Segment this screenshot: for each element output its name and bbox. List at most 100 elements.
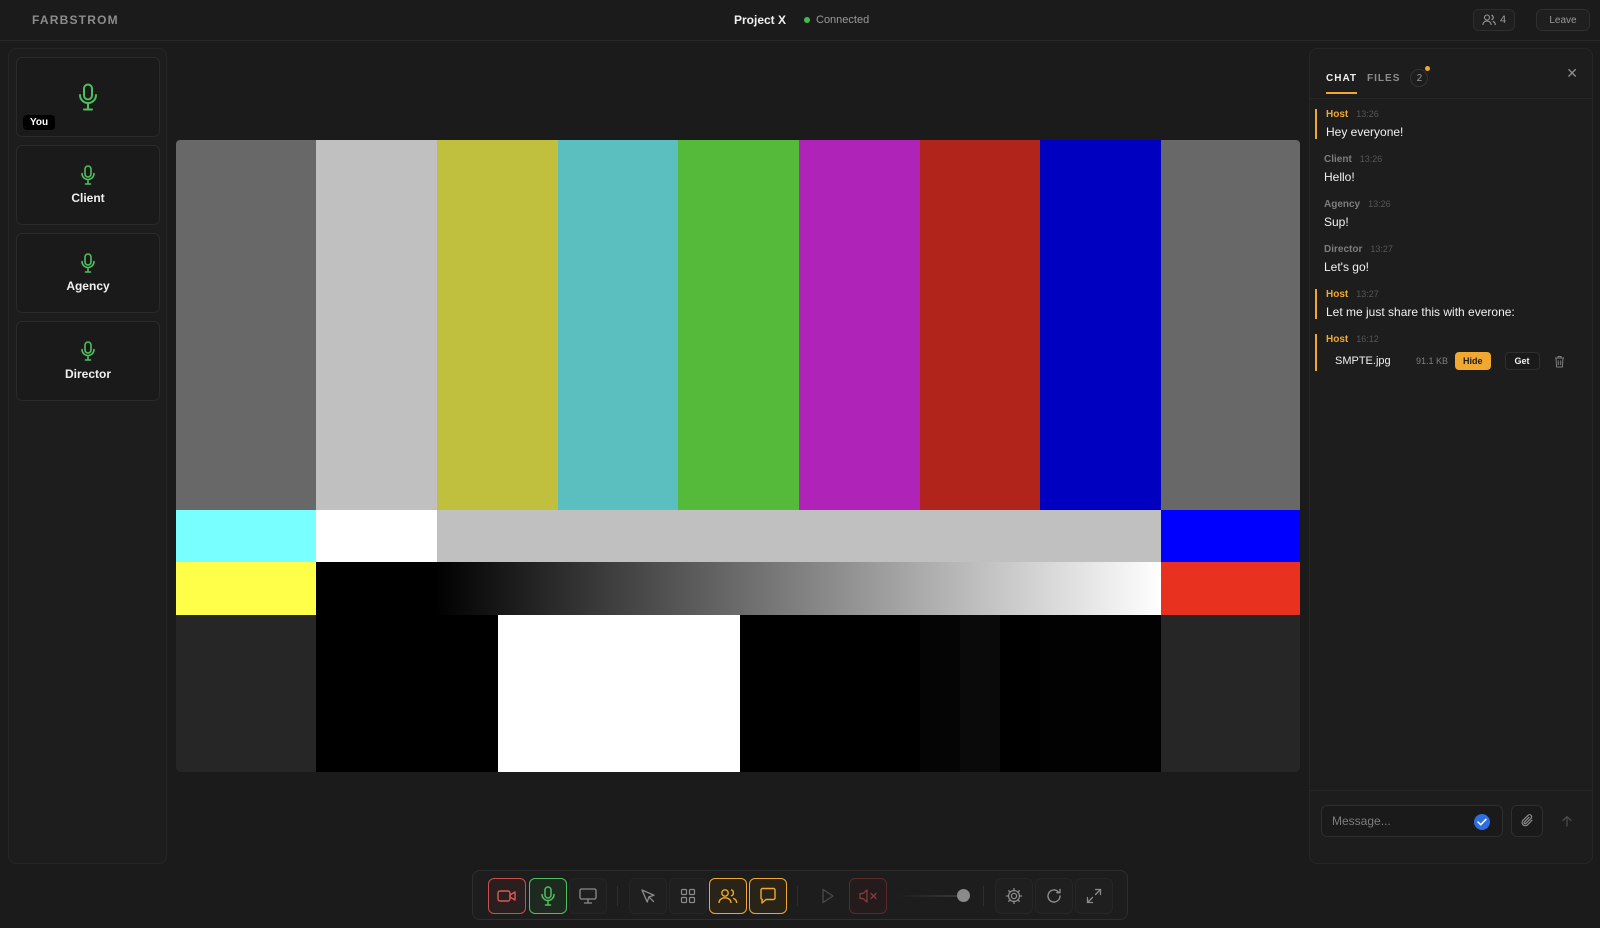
control-toolbar — [472, 870, 1128, 920]
hide-file-button[interactable]: Hide — [1455, 352, 1491, 370]
message-text: Sup! — [1324, 215, 1349, 229]
camera-button[interactable] — [488, 878, 526, 914]
participant-card-you[interactable]: You — [16, 57, 160, 137]
participant-card-director[interactable]: Director — [16, 321, 160, 401]
volume-slider-knob[interactable] — [957, 889, 970, 902]
message-input[interactable] — [1322, 806, 1472, 836]
color-bar — [176, 510, 316, 562]
color-bar — [437, 140, 558, 510]
refresh-button[interactable] — [1035, 878, 1073, 914]
close-icon[interactable]: ✕ — [1566, 65, 1578, 82]
divider — [617, 886, 618, 906]
file-name[interactable]: SMPTE.jpg — [1326, 355, 1416, 367]
chat-message: Director 13:27 Let's go! — [1315, 244, 1577, 274]
send-button[interactable] — [1551, 805, 1583, 837]
users-button[interactable] — [709, 878, 747, 914]
leave-button[interactable]: Leave — [1536, 9, 1590, 31]
camera-icon — [497, 890, 516, 902]
participants-button[interactable]: 4 — [1473, 9, 1516, 31]
color-bar — [316, 615, 498, 772]
shared-video[interactable] — [176, 140, 1300, 772]
message-author: Director — [1324, 244, 1363, 255]
color-bar — [558, 140, 678, 510]
chat-message: Host 13:27 Let me just share this with ev… — [1315, 289, 1577, 319]
participant-name: Agency — [66, 279, 110, 293]
color-bar — [498, 615, 740, 772]
check-icon[interactable] — [1474, 814, 1490, 830]
message-text: Let's go! — [1324, 260, 1369, 274]
project-title: Project X — [734, 13, 787, 27]
message-author: Host — [1326, 109, 1349, 120]
notification-dot-icon — [1425, 66, 1431, 71]
top-bar: FARBSTROM Project X Connected 4 Leave — [0, 0, 1600, 41]
paperclip-icon — [1521, 814, 1533, 827]
message-time: 13:26 — [1356, 109, 1379, 119]
color-bar — [1161, 562, 1300, 615]
message-text: Let me just share this with everone: — [1326, 305, 1515, 319]
chat-message: Agency 13:26 Sup! — [1315, 199, 1577, 229]
grid-icon — [680, 888, 696, 904]
files-count: 2 — [1416, 72, 1423, 84]
color-bar — [176, 140, 316, 510]
color-bar — [176, 615, 316, 772]
color-bar — [920, 140, 1040, 510]
color-bar — [437, 510, 1161, 562]
settings-icon — [1005, 887, 1023, 905]
microphone-icon — [541, 886, 555, 906]
grid-button[interactable] — [669, 878, 707, 914]
color-bar — [1000, 615, 1040, 772]
chat-panel: CHAT FILES 2 ✕ Host 13:26 Hey everyone! C… — [1309, 48, 1593, 864]
color-bar — [799, 140, 920, 510]
participant-name: Client — [71, 191, 105, 205]
fullscreen-icon — [1086, 888, 1102, 904]
settings-button[interactable] — [995, 878, 1033, 914]
files-count-badge: 2 — [1410, 66, 1431, 87]
gradient-bar — [316, 562, 1161, 615]
get-file-button[interactable]: Get — [1504, 352, 1540, 370]
participant-card-agency[interactable]: Agency — [16, 233, 160, 313]
pointer-button[interactable] — [629, 878, 667, 914]
tab-chat[interactable]: CHAT — [1326, 73, 1358, 94]
chat-message-file: Host 16:12 SMPTE.jpg 91.1 KB Hide Get — [1315, 334, 1577, 371]
participant-count: 4 — [1500, 14, 1507, 26]
message-time: 13:27 — [1370, 244, 1393, 254]
microphone-button[interactable] — [529, 878, 567, 914]
microphone-icon — [81, 165, 95, 185]
message-time: 13:26 — [1368, 199, 1391, 209]
play-icon — [822, 888, 834, 904]
message-author: Host — [1326, 289, 1349, 300]
connection-status-label: Connected — [816, 14, 870, 26]
color-bar — [678, 140, 799, 510]
tab-files[interactable]: FILES — [1367, 73, 1400, 94]
screen-share-button[interactable] — [569, 878, 607, 914]
color-bar — [176, 562, 316, 615]
users-icon — [718, 889, 738, 904]
participant-card-client[interactable]: Client — [16, 145, 160, 225]
users-icon — [1482, 14, 1496, 26]
chat-message: Client 13:26 Hello! — [1315, 154, 1577, 184]
chat-tabs: CHAT FILES 2 — [1326, 66, 1431, 97]
brand-logo: FARBSTROM — [32, 13, 119, 27]
color-bar — [960, 615, 1000, 772]
trash-icon[interactable] — [1554, 355, 1565, 368]
attach-button[interactable] — [1511, 805, 1543, 837]
chat-button[interactable] — [749, 878, 787, 914]
message-text: Hey everyone! — [1326, 125, 1404, 139]
divider — [1310, 98, 1592, 99]
you-tag: You — [23, 115, 56, 130]
play-button[interactable] — [809, 878, 847, 914]
chat-icon — [760, 887, 776, 904]
divider — [983, 886, 984, 906]
arrow-up-icon — [1562, 815, 1572, 827]
file-size: 91.1 KB — [1416, 356, 1449, 366]
mute-button[interactable] — [849, 878, 887, 914]
message-author: Host — [1326, 334, 1349, 345]
message-author: Agency — [1324, 199, 1361, 210]
connection-status: Connected — [804, 14, 869, 26]
microphone-icon — [79, 83, 97, 111]
fullscreen-button[interactable] — [1075, 878, 1113, 914]
message-author: Client — [1324, 154, 1352, 165]
chat-message: Host 13:26 Hey everyone! — [1315, 109, 1577, 139]
message-text: Hello! — [1324, 170, 1355, 184]
message-field[interactable] — [1321, 805, 1503, 837]
